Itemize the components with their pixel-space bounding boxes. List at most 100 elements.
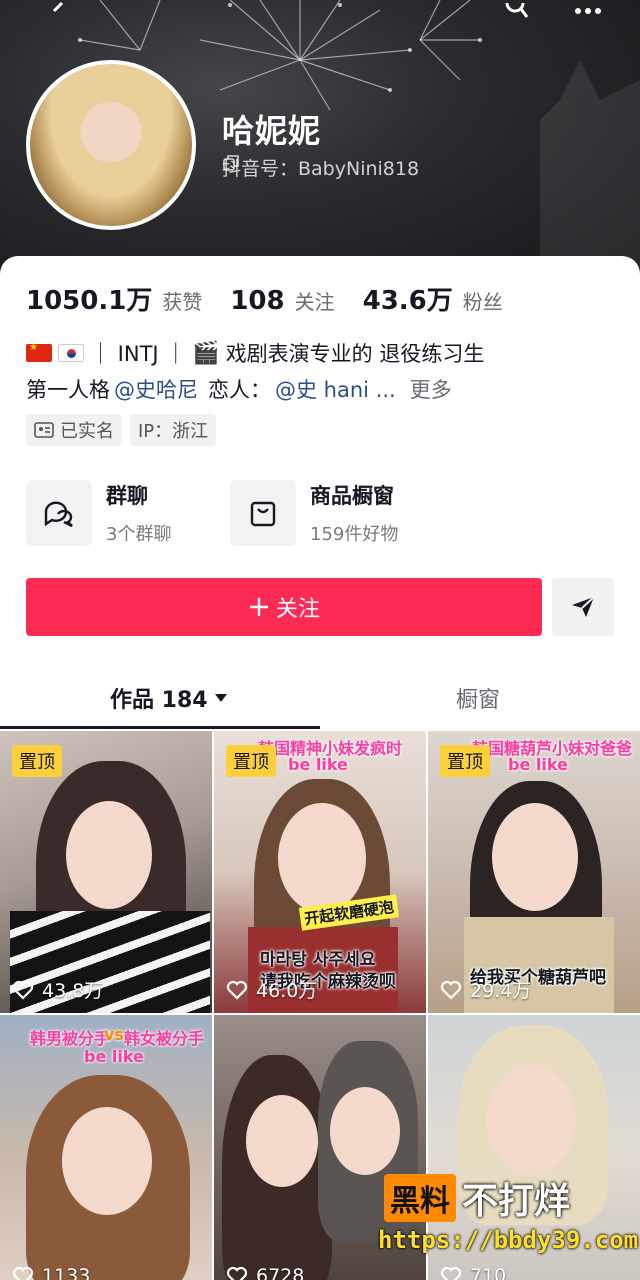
stat-followers-value: 43.6万	[362, 286, 453, 316]
pinned-badge: 置顶	[440, 745, 490, 777]
chevron-left-icon	[52, 2, 64, 13]
bio-mid: 恋人：	[208, 378, 271, 402]
mention-link-1[interactable]: @史哈尼	[114, 374, 198, 404]
follow-button[interactable]: 关注	[26, 578, 542, 636]
bio-description: 戏剧表演专业的 退役练习生	[225, 342, 485, 366]
heart-icon	[12, 1266, 34, 1280]
video-caption-vs: vs	[104, 1025, 124, 1044]
tab-showcase[interactable]: 橱窗	[456, 682, 500, 714]
shop-sub: 159件好物	[310, 524, 399, 545]
video-face	[62, 1107, 152, 1215]
avatar[interactable]	[26, 60, 196, 230]
video-caption-2: be like	[288, 755, 348, 774]
verified-tag: 已实名	[26, 414, 122, 446]
heart-icon	[226, 980, 248, 1000]
tab-showcase-label: 橱窗	[456, 688, 501, 713]
heart-icon	[226, 1266, 248, 1280]
plus-icon	[249, 598, 268, 616]
mention-link-2[interactable]: @史 hani ...	[275, 374, 396, 404]
more-options-button[interactable]	[566, 0, 610, 22]
active-tab-indicator	[0, 726, 320, 729]
tab-works-label: 作品 184	[110, 688, 208, 713]
ip-label: IP：浙江	[138, 421, 209, 442]
bio-line-1: ｜ INTJ ｜ 🎬 戏剧表演专业的 退役练习生	[26, 338, 484, 368]
watermark-url: https://bbdy39.com	[378, 1226, 639, 1254]
stat-followers-label: 粉丝	[462, 290, 503, 314]
video-face	[66, 801, 152, 909]
stat-likes-value: 1050.1万	[26, 286, 153, 316]
stats-row: 1050.1万 获赞 108 关注 43.6万 粉丝	[26, 280, 503, 317]
video-thumbnail[interactable]: 韩国精神小妹发疯时 be like 开起软磨硬泡 마라탕 사주세요 请我吃个麻辣…	[214, 731, 426, 1013]
video-caption-2: be like	[84, 1047, 144, 1066]
shop-showcase-entry[interactable]: 商品橱窗 159件好物	[230, 480, 398, 546]
douyin-id-row[interactable]: 抖音号：BabyNini818	[222, 154, 419, 181]
bio-mbti: ｜ INTJ ｜	[90, 342, 187, 366]
video-likes: 43.8万	[12, 976, 103, 1003]
video-likes: 29.4万	[440, 976, 531, 1003]
ip-tag: IP：浙江	[130, 414, 217, 446]
video-face	[278, 803, 366, 913]
video-caption-2: be like	[508, 755, 568, 774]
video-face-2	[330, 1087, 400, 1175]
pinned-badge: 置顶	[12, 745, 62, 777]
caret-down-icon	[214, 694, 227, 702]
stat-following[interactable]: 108 关注	[230, 286, 334, 316]
douyin-id-text: 抖音号：BabyNini818	[222, 158, 420, 180]
heart-icon	[12, 980, 34, 1000]
video-likes-count: 6728	[256, 1265, 305, 1280]
stat-likes-label: 获赞	[162, 290, 203, 314]
back-button[interactable]	[36, 0, 80, 22]
search-icon	[505, 2, 529, 18]
stat-followers[interactable]: 43.6万 粉丝	[363, 280, 503, 317]
follow-label: 关注	[275, 597, 320, 622]
watermark-box: 黑料	[384, 1174, 456, 1222]
china-flag-icon	[26, 342, 52, 362]
verified-label: 已实名	[60, 421, 114, 442]
watermark-logo: 黑料 不打烊	[384, 1172, 570, 1224]
profile-nickname: 哈妮妮	[222, 112, 322, 150]
video-caption-left: 韩男被分手	[30, 1029, 111, 1048]
heart-icon	[440, 980, 462, 1000]
stat-likes[interactable]: 1050.1万 获赞	[26, 280, 202, 317]
tab-works[interactable]: 作品 184	[110, 682, 228, 714]
send-icon	[572, 596, 595, 617]
copy-icon[interactable]	[222, 154, 240, 172]
video-thumbnail[interactable]: 韩男被分手 vs 韩女被分手 be like 1133	[0, 1015, 212, 1280]
video-caption-right: 韩女被分手	[124, 1029, 205, 1048]
video-likes-count: 29.4万	[470, 980, 532, 1002]
bio-more-link[interactable]: 更多	[410, 374, 452, 404]
shop-icon-box	[230, 480, 296, 546]
shop-text: 商品橱窗 159件好物	[310, 480, 398, 546]
video-likes-count: 43.8万	[42, 980, 104, 1002]
stat-following-label: 关注	[294, 290, 335, 314]
search-button[interactable]	[494, 0, 538, 22]
pinned-badge: 置顶	[226, 745, 276, 777]
group-chat-entry[interactable]: 群聊 3个群聊	[26, 480, 171, 546]
video-likes-count: 1133	[42, 1265, 91, 1280]
watermark-text: 不打烊	[462, 1181, 571, 1222]
content-tabs: 作品 184 橱窗	[0, 670, 640, 730]
id-card-icon	[34, 422, 54, 438]
video-thumbnail[interactable]: 韩国糖葫芦小妹对爸爸 be like 给我买个糖葫芦吧 置顶 29.4万	[428, 731, 640, 1013]
video-likes: 710	[440, 1265, 506, 1280]
group-chat-sub: 3个群聊	[106, 524, 172, 545]
more-dots-icon	[575, 8, 601, 14]
profile-tags: 已实名 IP：浙江	[26, 414, 217, 446]
video-likes-count: 46.0万	[256, 980, 318, 1002]
bio-line-2: 第一人格 @史哈尼 恋人： @史 hani ... 更多	[26, 374, 452, 404]
shop-title: 商品橱窗	[310, 484, 394, 508]
korea-flag-icon	[58, 344, 84, 362]
profile-banner: 哈妮妮 抖音号：BabyNini818	[0, 0, 640, 290]
video-likes: 6728	[226, 1265, 304, 1280]
video-face	[486, 1065, 576, 1175]
video-likes-count: 710	[470, 1265, 507, 1280]
shopping-bag-icon	[250, 501, 276, 527]
video-face	[246, 1095, 318, 1187]
video-likes: 46.0万	[226, 976, 317, 1003]
video-thumbnail[interactable]: 置顶 43.8万	[0, 731, 212, 1013]
chat-bubbles-icon	[44, 501, 73, 528]
clapperboard-icon: 🎬	[192, 340, 220, 366]
video-face	[492, 803, 578, 911]
share-button[interactable]	[552, 578, 614, 636]
group-chat-icon-box	[26, 480, 92, 546]
